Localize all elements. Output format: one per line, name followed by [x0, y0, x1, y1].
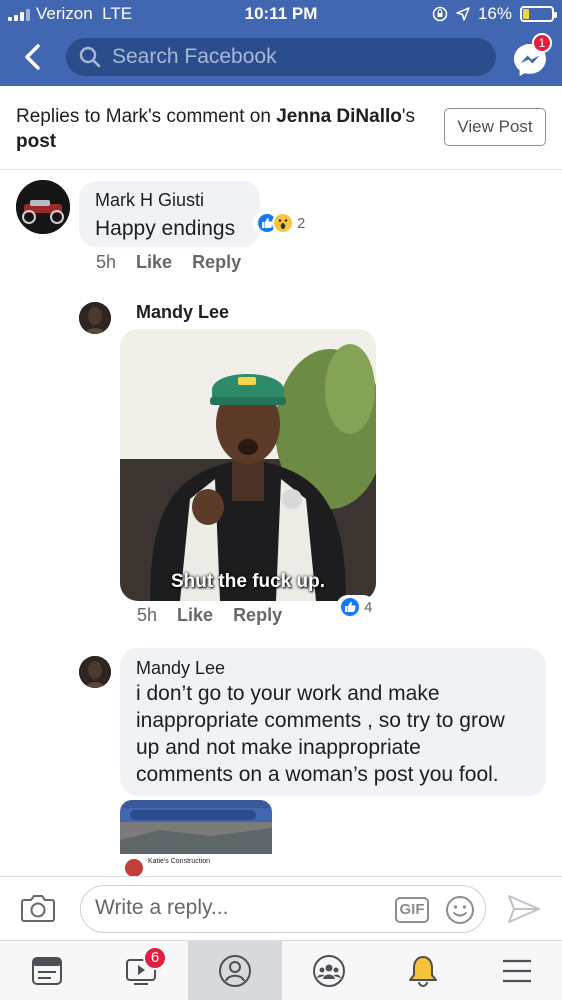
back-arrow-icon[interactable]	[18, 40, 48, 74]
tab-profile[interactable]	[188, 941, 282, 1000]
emoji-icon[interactable]	[445, 895, 475, 925]
status-right: 16%	[432, 4, 557, 24]
reaction-count: 4	[364, 598, 373, 616]
news-feed-icon	[32, 957, 62, 985]
comment-actions: 5h Like Reply	[96, 252, 241, 273]
tab-watch[interactable]	[94, 941, 188, 1000]
like-button[interactable]: Like	[136, 252, 172, 273]
reply-context-bar: Replies to Mark's comment on Jenna DiNal…	[0, 86, 562, 170]
groups-icon	[313, 955, 345, 987]
tab-menu[interactable]	[470, 941, 562, 1000]
bottom-tab-bar	[0, 940, 562, 1000]
reply-input-wrapper: GIF	[80, 885, 486, 933]
send-icon[interactable]	[506, 893, 542, 925]
comment-time: 5h	[137, 605, 158, 625]
search-input[interactable]	[112, 45, 492, 69]
top-bar: Verizon LTE 10:11 PM 16%	[0, 0, 562, 86]
search-icon	[79, 46, 101, 68]
reply-button[interactable]: Reply	[192, 252, 241, 273]
view-post-button[interactable]: View Post	[444, 108, 546, 146]
comment-author[interactable]: Mandy Lee	[136, 658, 530, 679]
wow-reaction-icon	[272, 212, 294, 234]
comment-author[interactable]: Mark H Giusti	[95, 190, 244, 211]
profile-icon	[219, 955, 251, 987]
messenger-badge: 1	[532, 33, 552, 53]
gif-button[interactable]: GIF	[395, 897, 429, 923]
menu-icon	[503, 959, 531, 983]
avatar-mandy[interactable]	[79, 302, 111, 334]
tab-notifications[interactable]	[376, 941, 470, 1000]
battery-icon	[520, 6, 557, 22]
tab-groups[interactable]	[282, 941, 376, 1000]
like-button[interactable]: Like	[177, 605, 213, 626]
comment-text: Happy endings	[95, 217, 236, 240]
reaction-summary[interactable]: 4	[336, 595, 376, 619]
like-reaction-icon	[339, 596, 361, 618]
bell-icon	[409, 956, 437, 987]
location-icon	[456, 7, 470, 21]
reaction-count: 2	[297, 214, 306, 232]
reply-composer: GIF	[0, 876, 562, 940]
reply-button[interactable]: Reply	[233, 605, 282, 626]
comment-bubble: Mandy Lee i don’t go to your work and ma…	[120, 648, 546, 796]
gif-attachment[interactable]: Shut the fuck up.	[120, 329, 376, 601]
rotation-lock-icon	[432, 6, 448, 22]
gif-caption: Shut the fuck up.	[170, 571, 326, 592]
tab-news-feed[interactable]	[0, 941, 94, 1000]
comment-author[interactable]: Mandy Lee	[136, 302, 229, 323]
comment-time: 5h	[96, 252, 117, 272]
battery-percent: 16%	[477, 4, 512, 23]
attachment-page-name: Katie's Construction	[148, 858, 211, 865]
comment-bubble: Mark H Giusti Happy endings	[79, 181, 260, 247]
post-owner-name[interactable]: Jenna DiNallo	[276, 106, 402, 127]
avatar-mark[interactable]	[16, 180, 70, 234]
reaction-summary[interactable]: 2	[253, 211, 309, 235]
status-bar: Verizon LTE 10:11 PM 16%	[0, 0, 562, 28]
context-title: Replies to Mark's comment on Jenna DiNal…	[16, 106, 416, 152]
comment-actions: 5h Like Reply	[137, 605, 282, 626]
video-badge: 6	[143, 946, 167, 970]
reply-input[interactable]	[95, 896, 385, 920]
comment-text: i don’t go to your work and make inappro…	[136, 682, 505, 786]
camera-icon[interactable]	[20, 891, 56, 925]
avatar-mandy[interactable]	[79, 656, 111, 688]
screenshot-attachment[interactable]: Katie's Construction	[120, 800, 272, 876]
search-bar[interactable]	[66, 38, 496, 76]
